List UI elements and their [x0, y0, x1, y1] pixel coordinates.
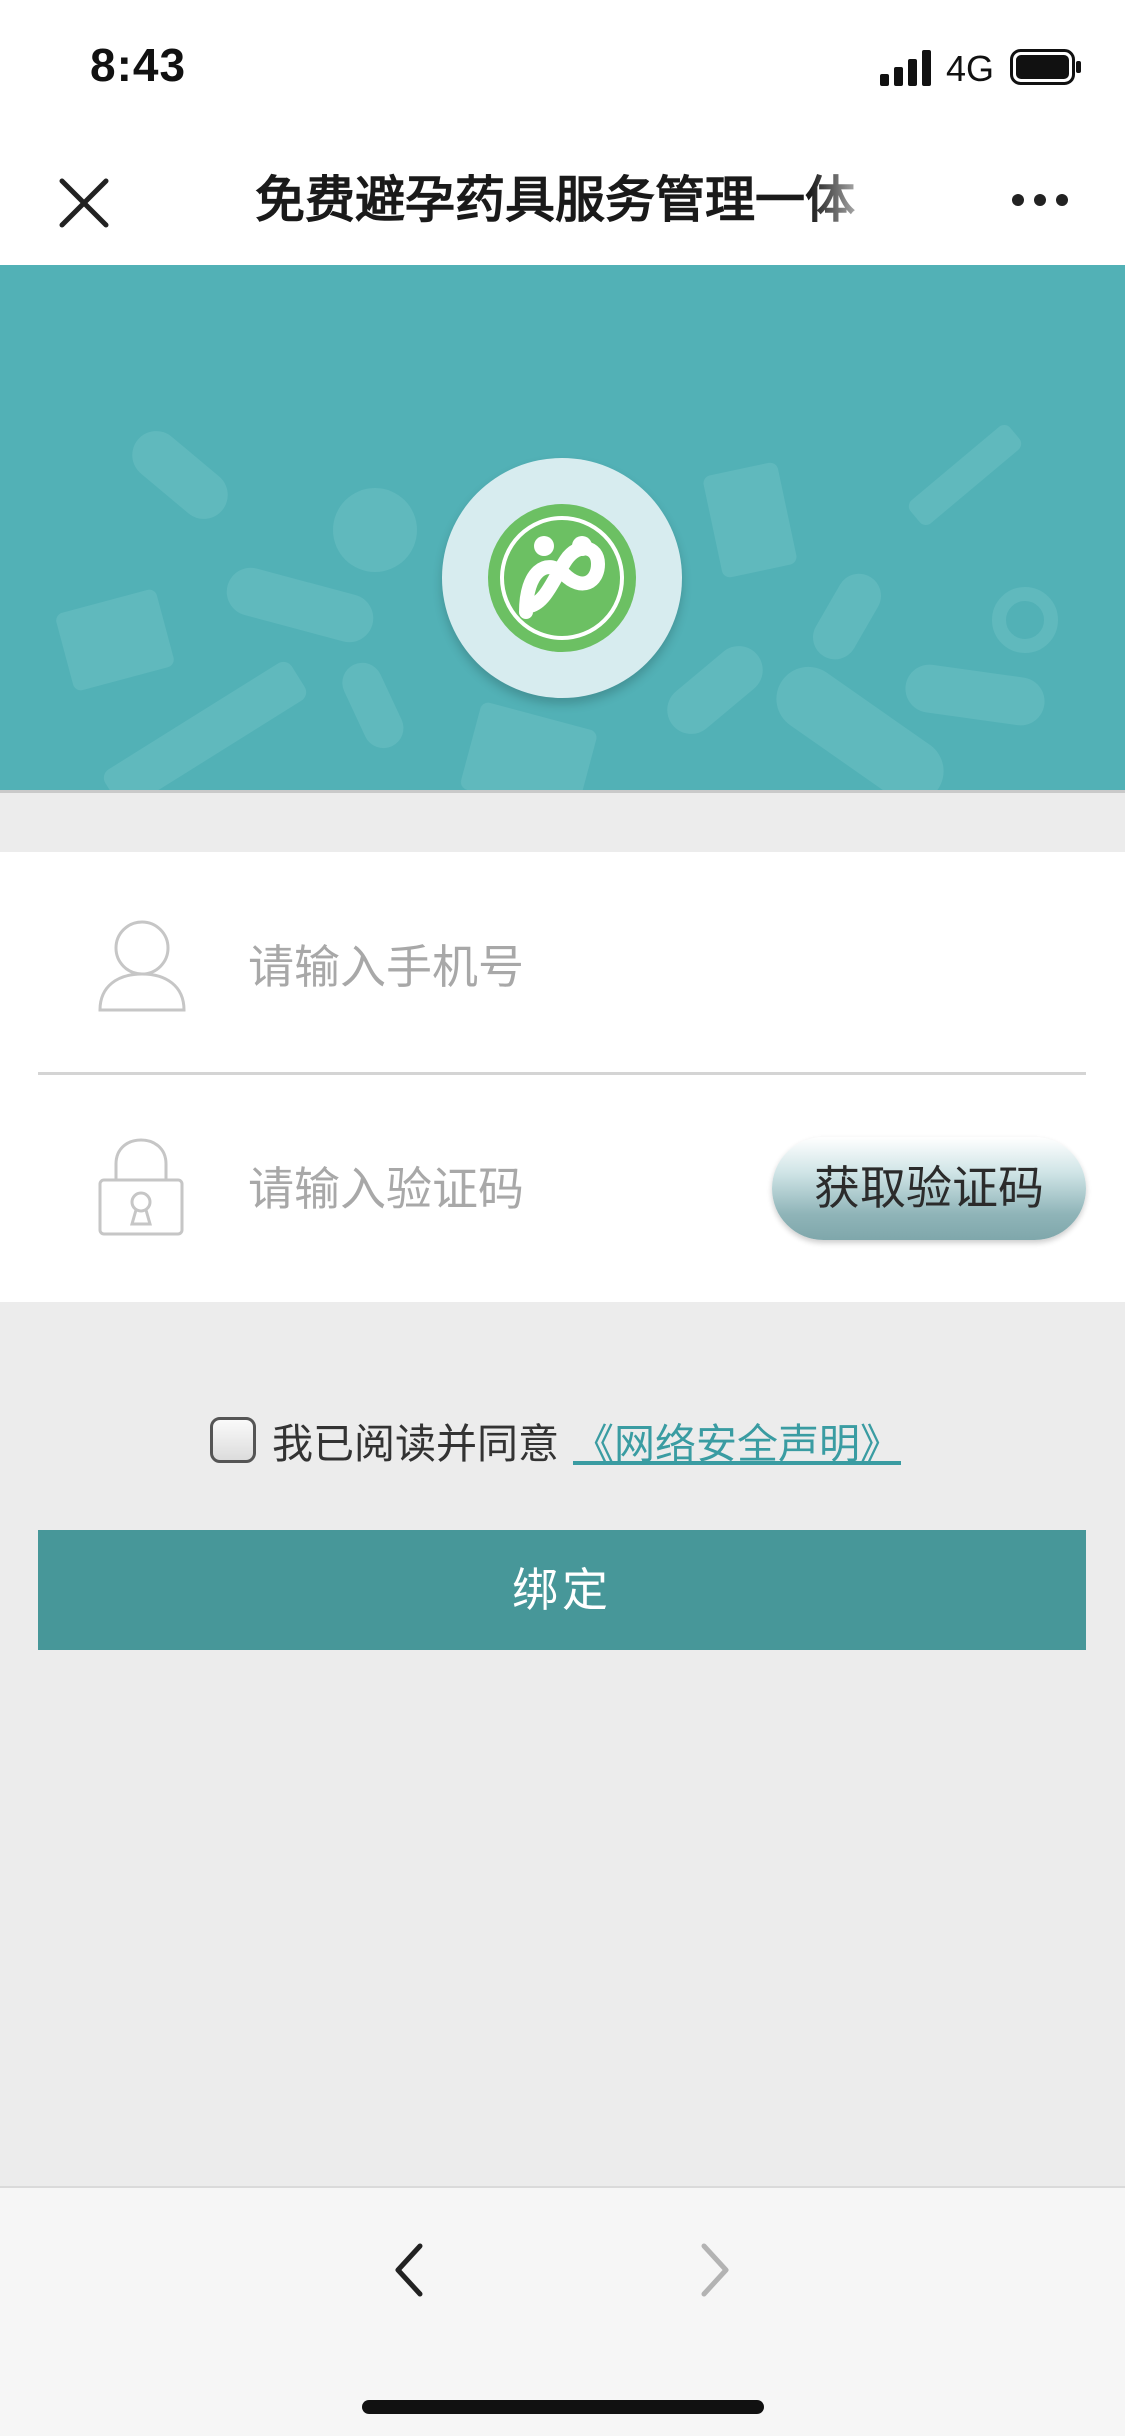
security-statement-link[interactable]: 《网络安全声明》 — [573, 1410, 901, 1470]
bind-button[interactable]: 绑定 — [38, 1530, 1086, 1650]
chevron-left-icon[interactable] — [390, 2240, 430, 2300]
section-divider — [0, 790, 1125, 852]
network-type-label: 4G — [946, 48, 995, 89]
lock-icon — [98, 1138, 184, 1236]
binding-form: 获取验证码 — [0, 852, 1125, 1302]
page-title: 免费避孕药具服务管理一体 — [255, 171, 855, 229]
chevron-right-icon[interactable] — [694, 2240, 734, 2300]
phone-input[interactable] — [248, 932, 1028, 1002]
logo-badge — [442, 458, 682, 698]
user-icon — [98, 920, 186, 1012]
home-indicator — [362, 2400, 764, 2414]
status-time: 8:43 — [90, 39, 187, 91]
signal-icon — [880, 50, 931, 86]
battery-icon — [1010, 49, 1081, 85]
agreement-row: 我已阅读并同意 《网络安全声明》 — [210, 1410, 901, 1470]
verification-code-input[interactable] — [248, 1154, 748, 1224]
agreement-checkbox[interactable] — [210, 1417, 256, 1463]
header-banner — [0, 265, 1125, 790]
app-logo — [488, 504, 636, 652]
browser-toolbar — [0, 2186, 1125, 2436]
more-icon[interactable] — [1010, 190, 1070, 210]
get-code-button[interactable]: 获取验证码 — [772, 1137, 1086, 1240]
nav-bar: 免费避孕药具服务管理一体 — [0, 135, 1125, 265]
field-divider — [38, 1072, 1086, 1075]
close-icon[interactable] — [56, 175, 112, 231]
status-bar: 8:43 4G — [0, 0, 1125, 135]
agreement-text: 我已阅读并同意 — [272, 1420, 559, 1468]
